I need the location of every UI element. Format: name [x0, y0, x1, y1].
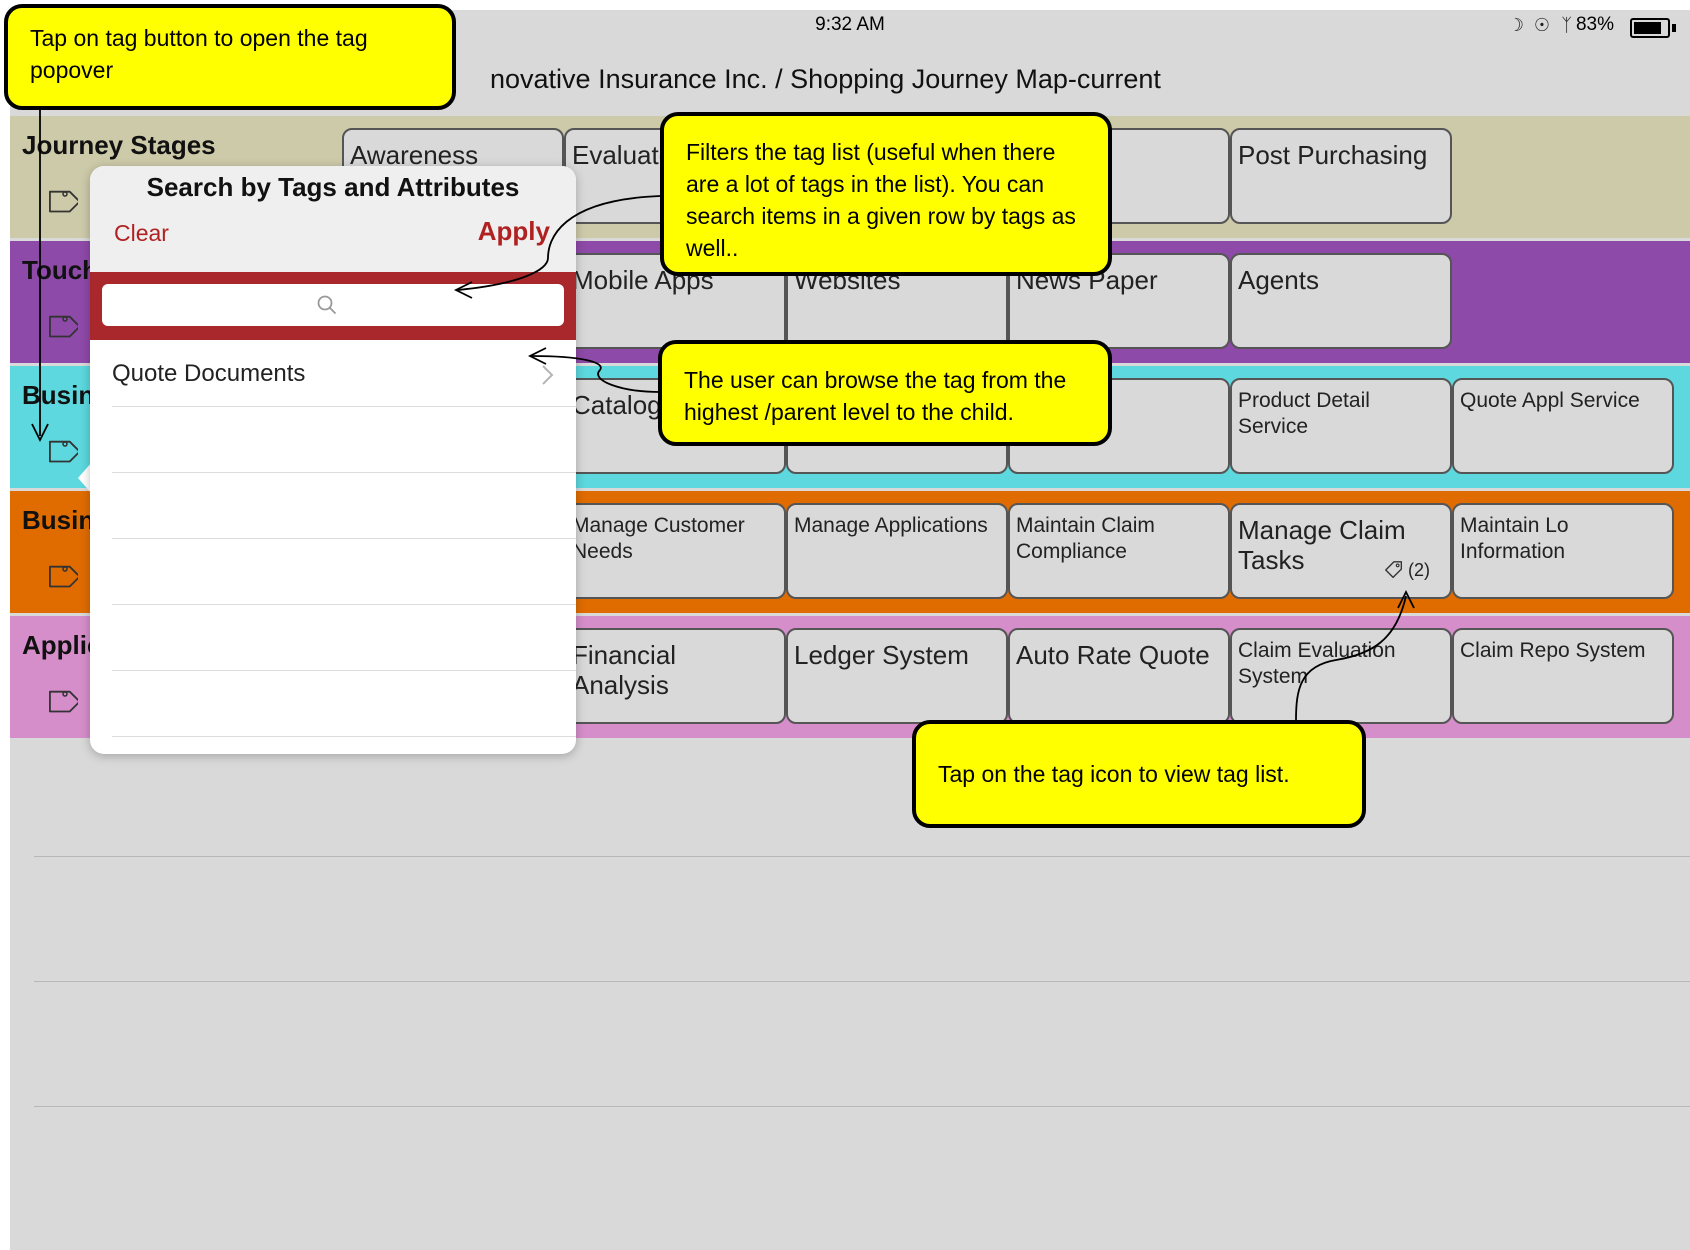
popover-title: Search by Tags and Attributes	[146, 172, 520, 202]
card-label: Manage Customer Needs	[572, 514, 745, 563]
card-label: Product Detail Service	[1238, 389, 1370, 438]
bluetooth-icon: ᛉ	[1561, 15, 1572, 35]
tag-icon[interactable]	[36, 682, 81, 724]
card-label: Quote Appl Service	[1460, 389, 1640, 412]
popover-header: Search by Tags and Attributes Clear Appl…	[90, 166, 576, 272]
tag-list-item	[112, 538, 576, 605]
tag-list-item	[112, 472, 576, 539]
clear-button[interactable]: Clear	[114, 220, 169, 247]
empty-row-divider	[34, 856, 1690, 857]
document-title: novative Insurance Inc. / Shopping Journ…	[490, 64, 1161, 94]
card-label: Maintain Claim Compliance	[1016, 514, 1155, 563]
stage-card[interactable]: Manage Customer Needs	[564, 503, 786, 599]
stage-card[interactable]: Financial Analysis	[564, 628, 786, 724]
stage-card[interactable]: Claim Repo System	[1452, 628, 1674, 724]
stage-card[interactable]: Claim Evaluation System	[1230, 628, 1452, 724]
moon-icon: ☽	[1507, 15, 1524, 35]
tag-list-item	[112, 406, 576, 473]
tag-icon[interactable]	[36, 557, 81, 599]
stage-card[interactable]: Maintain Claim Compliance	[1008, 503, 1230, 599]
battery-tip	[1672, 24, 1676, 32]
stage-card[interactable]: Manage Claim Tasks (2)	[1230, 503, 1452, 599]
chevron-right-icon	[540, 362, 556, 388]
stage-card[interactable]: Ledger System	[786, 628, 1008, 724]
stage-card[interactable]: Post Purchasing	[1230, 128, 1452, 224]
tag-list-item[interactable]: Quote Documents	[112, 340, 576, 407]
rotation-lock-icon: ☉	[1533, 15, 1550, 35]
card-label: Claim Evaluation System	[1238, 639, 1396, 688]
callout-browse: The user can browse the tag from the hig…	[658, 340, 1112, 446]
row-label: Journey Stages	[22, 130, 216, 160]
tag-search-popover: Search by Tags and Attributes Clear Appl…	[90, 166, 576, 754]
tag-count: (2)	[1408, 560, 1430, 580]
search-icon	[317, 295, 337, 315]
tag-list-item	[112, 670, 576, 737]
stage-card[interactable]: Manage Applications	[786, 503, 1008, 599]
stage-card[interactable]: Auto Rate Quote	[1008, 628, 1230, 724]
card-label: Auto Rate Quote	[1016, 640, 1210, 670]
apply-button[interactable]: Apply	[478, 216, 550, 247]
card-tag-badge[interactable]: (2)	[1383, 555, 1430, 585]
card-label: Financial Analysis	[572, 640, 677, 700]
tag-icon[interactable]	[36, 432, 81, 474]
stage-card[interactable]: Maintain Lo Information	[1452, 503, 1674, 599]
tag-search-input[interactable]	[102, 284, 564, 326]
tag-list-item	[112, 604, 576, 671]
tag-list: Quote Documents	[90, 340, 576, 754]
tag-icon[interactable]	[36, 307, 81, 349]
battery-percent: 83%	[1575, 14, 1614, 35]
stage-card[interactable]: Product Detail Service	[1230, 378, 1452, 474]
battery-icon	[1630, 18, 1670, 38]
search-bar	[90, 272, 576, 340]
row-label: Touch	[22, 255, 99, 285]
stage-card[interactable]: Agents	[1230, 253, 1452, 349]
card-label: Evaluate	[572, 140, 674, 170]
callout-tag-button: Tap on tag button to open the tag popove…	[4, 4, 456, 110]
callout-filter: Filters the tag list (useful when there …	[660, 112, 1112, 276]
stage-card[interactable]: Quote Appl Service	[1452, 378, 1674, 474]
card-label: Post Purchasing	[1238, 140, 1428, 170]
card-label: Agents	[1238, 265, 1319, 295]
card-label: Maintain Lo Information	[1460, 514, 1569, 563]
card-label: Claim Repo System	[1460, 639, 1646, 662]
tag-icon[interactable]	[36, 182, 81, 224]
tag-list-label: Quote Documents	[112, 360, 306, 387]
empty-row-divider	[34, 1106, 1690, 1107]
empty-row-divider	[34, 981, 1690, 982]
callout-tag-icon: Tap on the tag icon to view tag list.	[912, 720, 1366, 828]
card-label: Manage Applications	[794, 514, 988, 537]
card-label: Ledger System	[794, 640, 969, 670]
tag-icon[interactable]	[1383, 559, 1405, 581]
card-label: Manage Claim Tasks	[1238, 515, 1406, 575]
